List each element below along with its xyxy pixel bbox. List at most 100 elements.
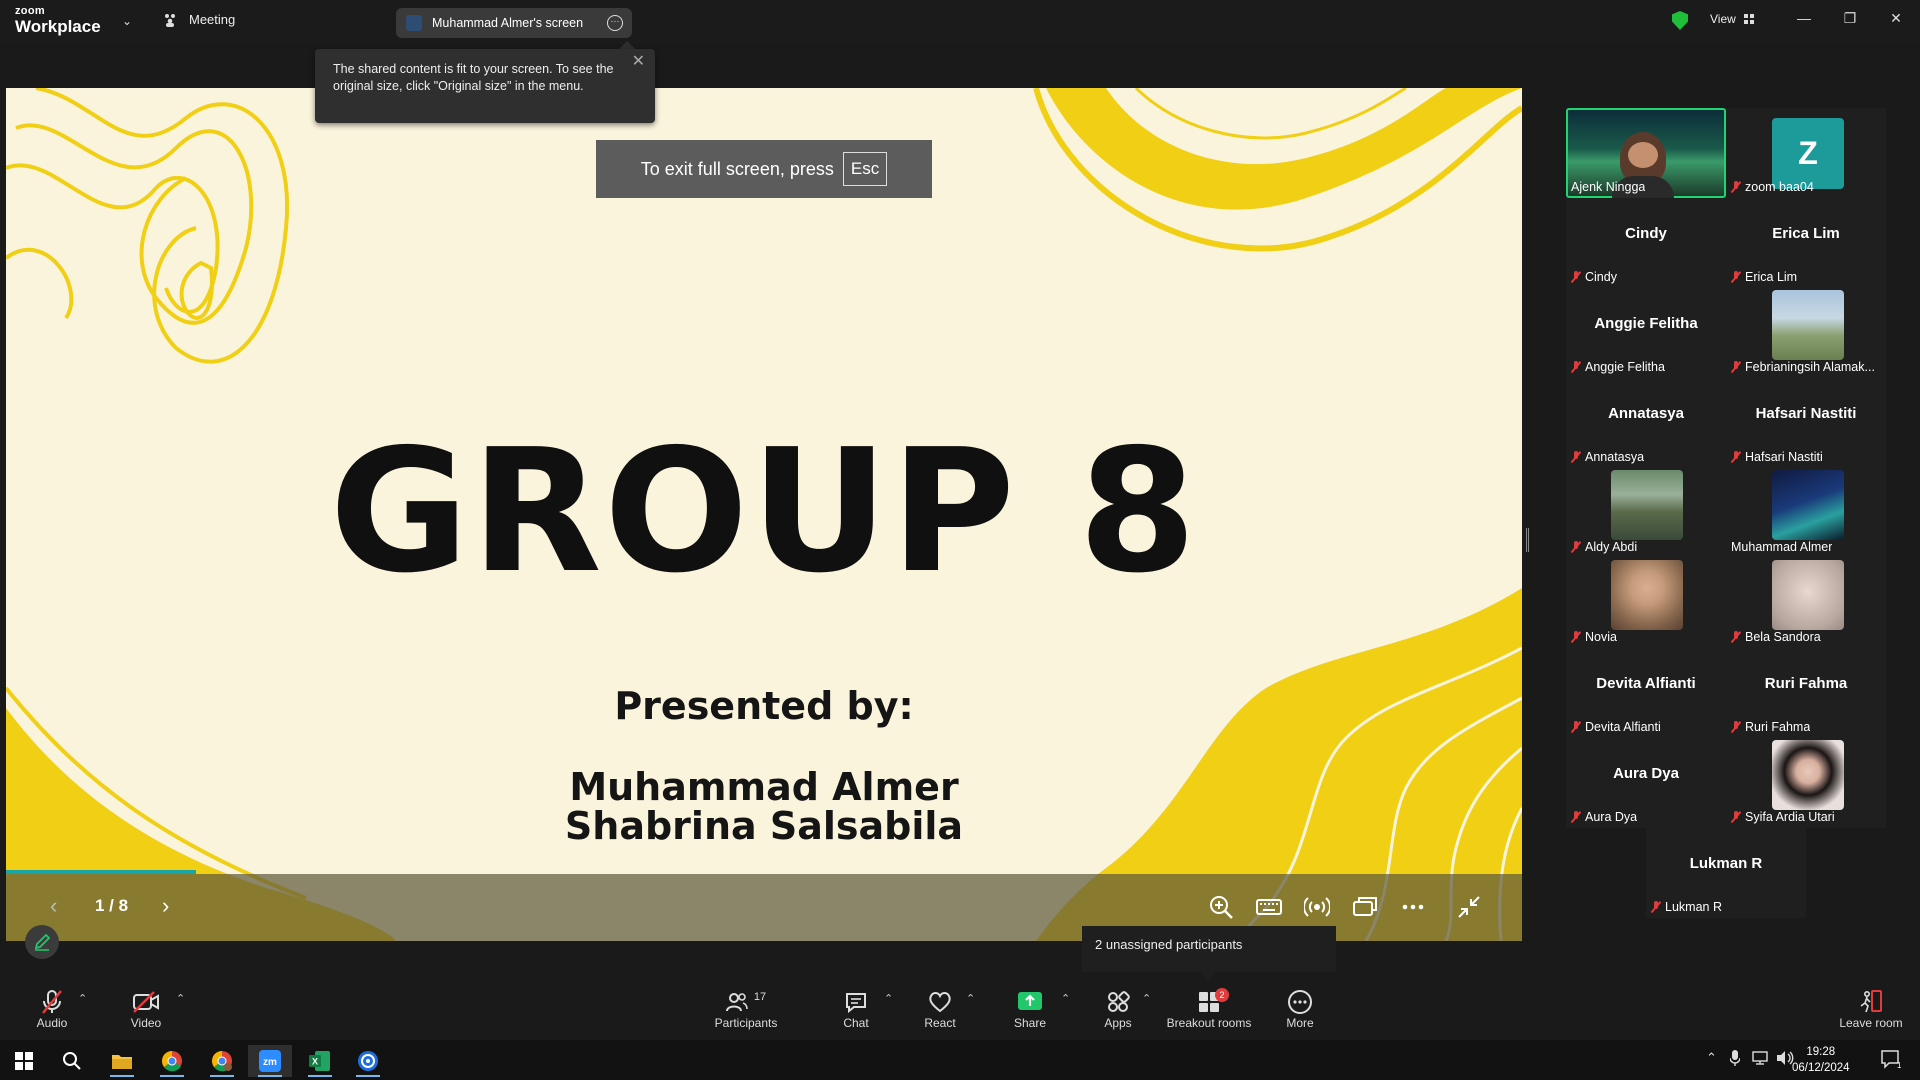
participant-display-name: Devita Alfianti xyxy=(1596,675,1696,692)
chrome-profile-icon[interactable] xyxy=(200,1045,244,1077)
pop-out-window-icon[interactable] xyxy=(1352,894,1378,920)
participant-video xyxy=(1611,560,1683,630)
apps-icon xyxy=(1108,991,1130,1012)
broadcast-icon[interactable] xyxy=(1304,894,1330,920)
video-options-caret[interactable]: ⌃ xyxy=(176,992,185,1005)
zoom-workplace-logo[interactable]: zoom Workplace xyxy=(15,6,101,36)
participant-tile[interactable]: Syifa Ardia Utari xyxy=(1726,738,1886,828)
participant-tile[interactable]: Annatasya Annatasya xyxy=(1566,378,1726,468)
meeting-button[interactable]: Meeting xyxy=(163,12,235,27)
share-options-caret[interactable]: ⌃ xyxy=(1061,992,1070,1005)
chevron-up-icon[interactable]: ⌃ xyxy=(1706,1050,1717,1066)
participant-video xyxy=(1772,470,1844,540)
participant-tile[interactable]: Febrianingsih Alamak... xyxy=(1726,288,1886,378)
participant-tile[interactable]: Bela Sandora xyxy=(1726,558,1886,648)
heart-icon xyxy=(929,992,951,1013)
participant-tile[interactable]: Aura Dya Aura Dya xyxy=(1566,738,1726,828)
chrome-icon[interactable] xyxy=(150,1045,194,1077)
annotate-button[interactable] xyxy=(25,925,59,959)
participant-tile[interactable]: Erica Lim Erica Lim xyxy=(1726,198,1886,288)
search-icon[interactable] xyxy=(50,1045,94,1077)
participant-name: Bela Sandora xyxy=(1731,630,1821,644)
participant-tile[interactable]: Anggie Felitha Anggie Felitha xyxy=(1566,288,1726,378)
system-clock[interactable]: 19:28 06/12/2024 xyxy=(1792,1044,1850,1076)
minimize-icon[interactable]: — xyxy=(1794,10,1814,26)
keyboard-icon[interactable] xyxy=(1256,894,1282,920)
network-icon[interactable] xyxy=(1752,1050,1770,1069)
mic-muted-icon xyxy=(1731,361,1741,373)
presenter-name: Muhammad Almer xyxy=(569,765,959,809)
more-label: More xyxy=(1286,1016,1314,1030)
microphone-icon[interactable] xyxy=(1729,1050,1741,1069)
mic-muted-icon xyxy=(1731,451,1741,463)
participant-tile[interactable]: Lukman R Lukman R xyxy=(1646,828,1806,918)
more-options-icon[interactable] xyxy=(1400,894,1426,920)
participant-tile[interactable]: Devita Alfianti Devita Alfianti xyxy=(1566,648,1726,738)
participant-display-name: Aura Dya xyxy=(1613,765,1679,782)
chat-button[interactable]: Chat xyxy=(836,988,876,1030)
react-button[interactable]: React xyxy=(920,988,960,1030)
apps-button[interactable]: Apps xyxy=(1098,988,1138,1030)
notification-icon[interactable]: 1 xyxy=(1880,1049,1902,1072)
participant-tile[interactable]: Ruri Fahma Ruri Fahma xyxy=(1726,648,1886,738)
mic-muted-icon xyxy=(1571,811,1581,823)
close-icon[interactable]: ✕ xyxy=(632,53,645,70)
chat-label: Chat xyxy=(843,1016,869,1030)
exit-fullscreen-text: To exit full screen, press xyxy=(640,158,834,179)
previous-slide-button[interactable]: ‹ xyxy=(50,893,57,919)
participant-tile[interactable]: Ajenk Ningga xyxy=(1566,108,1726,198)
restore-icon[interactable]: ❐ xyxy=(1840,10,1860,27)
encryption-shield-icon[interactable] xyxy=(1672,11,1688,30)
next-slide-button[interactable]: › xyxy=(162,893,169,919)
leave-room-button[interactable]: Leave room xyxy=(1836,988,1906,1030)
shared-screen-tab[interactable]: Muhammad Almer's screen ··· xyxy=(396,8,632,38)
participant-video xyxy=(1772,740,1844,810)
zoom-app-icon[interactable]: zm xyxy=(248,1045,292,1077)
view-button[interactable]: View xyxy=(1710,12,1754,26)
participant-tile[interactable]: Novia xyxy=(1566,558,1726,648)
participant-tile[interactable]: Aldy Abdi xyxy=(1566,468,1726,558)
pencil-icon xyxy=(34,933,51,951)
participants-count: 17 xyxy=(753,991,767,1003)
file-explorer-icon[interactable] xyxy=(100,1045,144,1077)
tooltip-arrow xyxy=(1200,972,1216,980)
audio-options-caret[interactable]: ⌃ xyxy=(78,992,87,1005)
react-options-caret[interactable]: ⌃ xyxy=(966,992,975,1005)
breakout-rooms-button[interactable]: Breakout rooms xyxy=(1166,988,1252,1030)
fit-to-screen-tooltip: The shared content is fit to your screen… xyxy=(315,49,655,123)
more-icon xyxy=(1288,990,1312,1014)
media-app-icon[interactable] xyxy=(346,1045,390,1077)
participant-name: Muhammad Almer xyxy=(1731,540,1833,554)
apps-label: Apps xyxy=(1104,1016,1132,1030)
chat-options-caret[interactable]: ⌃ xyxy=(884,992,893,1005)
participant-tile[interactable]: Z zoom baa04 xyxy=(1726,108,1886,198)
participant-tile[interactable]: Hafsari Nastiti Hafsari Nastiti xyxy=(1726,378,1886,468)
participant-tile[interactable]: Muhammad Almer xyxy=(1726,468,1886,558)
zoom-in-icon[interactable] xyxy=(1208,894,1234,920)
chevron-down-icon[interactable]: ⌄ xyxy=(122,14,132,28)
apps-options-caret[interactable]: ⌃ xyxy=(1142,992,1151,1005)
chat-icon xyxy=(846,993,866,1013)
close-window-icon[interactable]: ✕ xyxy=(1886,10,1906,27)
share-button[interactable]: Share xyxy=(1010,988,1050,1030)
video-button[interactable]: Video xyxy=(124,988,168,1030)
mic-muted-icon xyxy=(1571,271,1581,283)
participant-tile[interactable]: Cindy Cindy xyxy=(1566,198,1726,288)
share-screen-icon xyxy=(1018,992,1042,1010)
excel-icon[interactable]: X xyxy=(298,1045,342,1077)
windows-start-icon[interactable] xyxy=(2,1045,46,1077)
mic-muted-icon xyxy=(1571,451,1581,463)
more-options-icon[interactable]: ··· xyxy=(607,15,623,31)
participant-video xyxy=(1611,470,1683,540)
participant-display-name: Erica Lim xyxy=(1772,225,1840,242)
audio-button[interactable]: Audio xyxy=(30,988,74,1030)
panel-resize-handle[interactable] xyxy=(1526,528,1529,552)
audio-label: Audio xyxy=(36,1016,68,1030)
more-button[interactable]: More xyxy=(1280,988,1320,1030)
participant-display-name: Ruri Fahma xyxy=(1764,675,1848,692)
tooltip-text: The shared content is fit to your screen… xyxy=(333,62,614,93)
exit-fullscreen-icon[interactable] xyxy=(1456,894,1482,920)
participant-display-name: Cindy xyxy=(1625,225,1667,242)
participants-button[interactable]: 17 Participants xyxy=(712,988,780,1030)
participant-name: Syifa Ardia Utari xyxy=(1731,810,1835,824)
